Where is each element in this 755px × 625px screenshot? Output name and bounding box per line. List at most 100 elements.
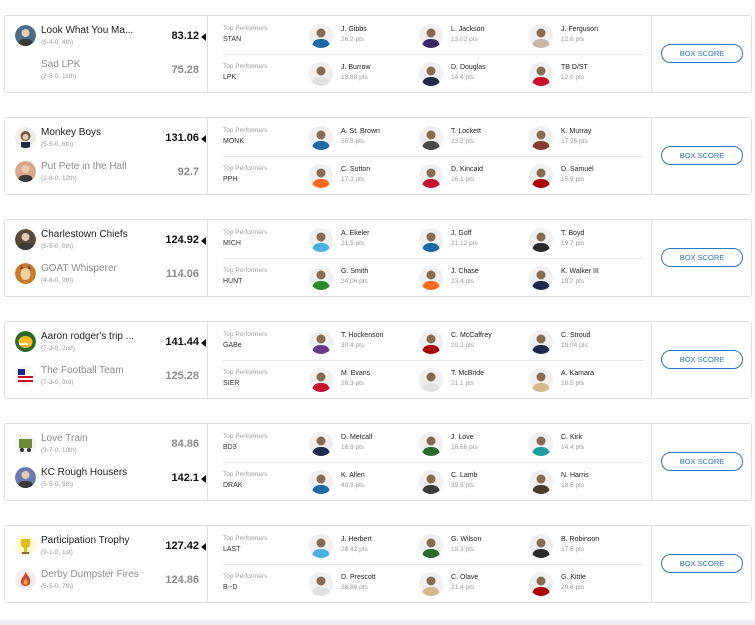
player-name[interactable]: J. Chase — [451, 268, 479, 275]
player-item[interactable]: B. Robinson 17.6 pts — [529, 532, 639, 562]
player-name[interactable]: L. Jackson — [451, 26, 484, 33]
player-item[interactable]: M. Evans 26.3 pts — [309, 366, 419, 396]
box-score-button[interactable]: BOX SCORE — [661, 44, 743, 63]
player-item[interactable]: C. Kirk 14.4 pts — [529, 430, 639, 460]
team-row[interactable]: Love Train (3-7-0, 10th) 84.86 — [15, 431, 205, 461]
team-row[interactable]: Put Pete in the Hall (2-8-0, 12th) 92.7 — [15, 159, 205, 189]
player-item[interactable]: T. Hockenson 30.4 pts — [309, 328, 419, 358]
box-score-button[interactable]: BOX SCORE — [661, 248, 743, 267]
box-score-button[interactable]: BOX SCORE — [661, 554, 743, 573]
player-item[interactable]: J. Ferguson 12.6 pts — [529, 22, 639, 52]
player-item[interactable]: C. Sutton 17.3 pts — [309, 162, 419, 192]
team-name[interactable]: Aaron rodger's trip ... — [41, 331, 141, 342]
player-name[interactable]: C. Kirk — [561, 434, 582, 441]
box-score-button[interactable]: BOX SCORE — [661, 146, 743, 165]
player-item[interactable]: J. Herbert 28.42 pts — [309, 532, 419, 562]
player-item[interactable]: C. Olave 21.4 pts — [419, 570, 529, 600]
player-item[interactable]: J. Goff 21.12 pts — [419, 226, 529, 256]
player-name[interactable]: TB D/ST — [561, 64, 588, 71]
team-name[interactable]: Monkey Boys — [41, 127, 141, 138]
player-name[interactable]: K. Walker III — [561, 268, 599, 275]
team-name[interactable]: Look What You Ma... — [41, 25, 141, 36]
team-row[interactable]: The Football Team (7-3-0, 3rd) 125.28 — [15, 363, 205, 393]
team-row[interactable]: Charlestown Chiefs (5-5-0, 8th) 124.92 — [15, 227, 206, 257]
player-name[interactable]: C. Olave — [451, 574, 478, 581]
player-item[interactable]: C. Lamb 39.5 pts — [419, 468, 529, 498]
player-item[interactable]: D. Metcalf 16.8 pts — [309, 430, 419, 460]
player-item[interactable]: J. Chase 23.4 pts — [419, 264, 529, 294]
player-item[interactable]: J. Burrow 19.88 pts — [309, 60, 419, 90]
team-name[interactable]: Sad LPK — [41, 59, 141, 70]
team-name[interactable]: GOAT Whisperer — [41, 263, 141, 274]
player-name[interactable]: C. McCaffrey — [451, 332, 492, 339]
player-name[interactable]: K. Allen — [341, 472, 365, 479]
team-name[interactable]: Participation Trophy — [41, 535, 141, 546]
player-item[interactable]: G. Wilson 18.3 pts — [419, 532, 529, 562]
team-name[interactable]: Derby Dumpster Fires — [41, 569, 141, 580]
team-name[interactable]: Charlestown Chiefs — [41, 229, 141, 240]
player-item[interactable]: G. Kittle 20.6 pts — [529, 570, 639, 600]
player-name[interactable]: C. Stroud — [561, 332, 591, 339]
player-name[interactable]: A. Kamara — [561, 370, 594, 377]
player-item[interactable]: D. Kincaid 16.1 pts — [419, 162, 529, 192]
player-item[interactable]: A. Ekeler 21.5 pts — [309, 226, 419, 256]
player-item[interactable]: L. Jackson 13.02 pts — [419, 22, 529, 52]
team-name[interactable]: Put Pete in the Hall — [41, 161, 141, 172]
player-name[interactable]: D. Samuel — [561, 166, 594, 173]
player-name[interactable]: C. Sutton — [341, 166, 370, 173]
player-name[interactable]: J. Herbert — [341, 536, 372, 543]
team-row[interactable]: Derby Dumpster Fires (5-5-0, 7th) 124.86 — [15, 567, 205, 597]
player-item[interactable]: D. Samuel 15.9 pts — [529, 162, 639, 192]
player-item[interactable]: D. Prescott 38.86 pts — [309, 570, 419, 600]
player-name[interactable]: D. Kincaid — [451, 166, 483, 173]
player-name[interactable]: J. Burrow — [341, 64, 371, 71]
player-name[interactable]: D. Douglas — [451, 64, 486, 71]
player-name[interactable]: M. Evans — [341, 370, 370, 377]
player-name[interactable]: J. Goff — [451, 230, 472, 237]
player-name[interactable]: G. Wilson — [451, 536, 481, 543]
player-name[interactable]: G. Kittle — [561, 574, 586, 581]
player-name[interactable]: G. Smith — [341, 268, 368, 275]
team-row[interactable]: Monkey Boys (5-5-0, 6th) 131.06 — [15, 125, 206, 155]
team-row[interactable]: Participation Trophy (9-1-0, 1st) 127.42 — [15, 533, 206, 563]
team-row[interactable]: Sad LPK (2-8-0, 11th) 75.28 — [15, 57, 205, 87]
player-name[interactable]: D. Prescott — [341, 574, 376, 581]
box-score-button[interactable]: BOX SCORE — [661, 452, 743, 471]
player-item[interactable]: J. Gibbs 26.2 pts — [309, 22, 419, 52]
team-name[interactable]: The Football Team — [41, 365, 141, 376]
player-name[interactable]: T. McBride — [451, 370, 484, 377]
player-name[interactable]: T. Lockett — [451, 128, 481, 135]
player-item[interactable]: G. Smith 24.06 pts — [309, 264, 419, 294]
box-score-button[interactable]: BOX SCORE — [661, 350, 743, 369]
player-item[interactable]: TB D/ST 12.0 pts — [529, 60, 639, 90]
player-item[interactable]: C. Stroud 19.04 pts — [529, 328, 639, 358]
player-name[interactable]: N. Harris — [561, 472, 589, 479]
player-name[interactable]: J. Gibbs — [341, 26, 367, 33]
player-item[interactable]: T. McBride 21.1 pts — [419, 366, 529, 396]
team-row[interactable]: GOAT Whisperer (4-6-0, 9th) 114.06 — [15, 261, 205, 291]
player-name[interactable]: D. Metcalf — [341, 434, 373, 441]
player-name[interactable]: B. Robinson — [561, 536, 599, 543]
player-item[interactable]: C. McCaffrey 20.2 pts — [419, 328, 529, 358]
player-item[interactable]: T. Lockett 23.2 pts — [419, 124, 529, 154]
player-item[interactable]: A. Kamara 18.5 pts — [529, 366, 639, 396]
player-name[interactable]: K. Murray — [561, 128, 591, 135]
player-item[interactable]: J. Love 16.66 pts — [419, 430, 529, 460]
team-row[interactable]: Aaron rodger's trip ... (7-3-0, 2nd) 141.4… — [15, 329, 206, 359]
team-row[interactable]: Look What You Ma... (6-4-0, 4th) 83.12 — [15, 23, 206, 53]
player-item[interactable]: A. St. Brown 30.5 pts — [309, 124, 419, 154]
team-row[interactable]: KC Rough Housers (5-5-0, 5th) 142.1 — [15, 465, 206, 495]
player-name[interactable]: A. Ekeler — [341, 230, 369, 237]
team-name[interactable]: Love Train — [41, 433, 141, 444]
team-name[interactable]: KC Rough Housers — [41, 467, 141, 478]
player-item[interactable]: T. Boyd 19.7 pts — [529, 226, 639, 256]
player-name[interactable]: T. Boyd — [561, 230, 584, 237]
player-name[interactable]: A. St. Brown — [341, 128, 380, 135]
player-name[interactable]: C. Lamb — [451, 472, 477, 479]
player-item[interactable]: K. Murray 17.26 pts — [529, 124, 639, 154]
player-name[interactable]: J. Ferguson — [561, 26, 598, 33]
player-name[interactable]: T. Hockenson — [341, 332, 383, 339]
player-item[interactable]: N. Harris 18.6 pts — [529, 468, 639, 498]
player-item[interactable]: D. Douglas 14.4 pts — [419, 60, 529, 90]
player-item[interactable]: K. Allen 40.5 pts — [309, 468, 419, 498]
